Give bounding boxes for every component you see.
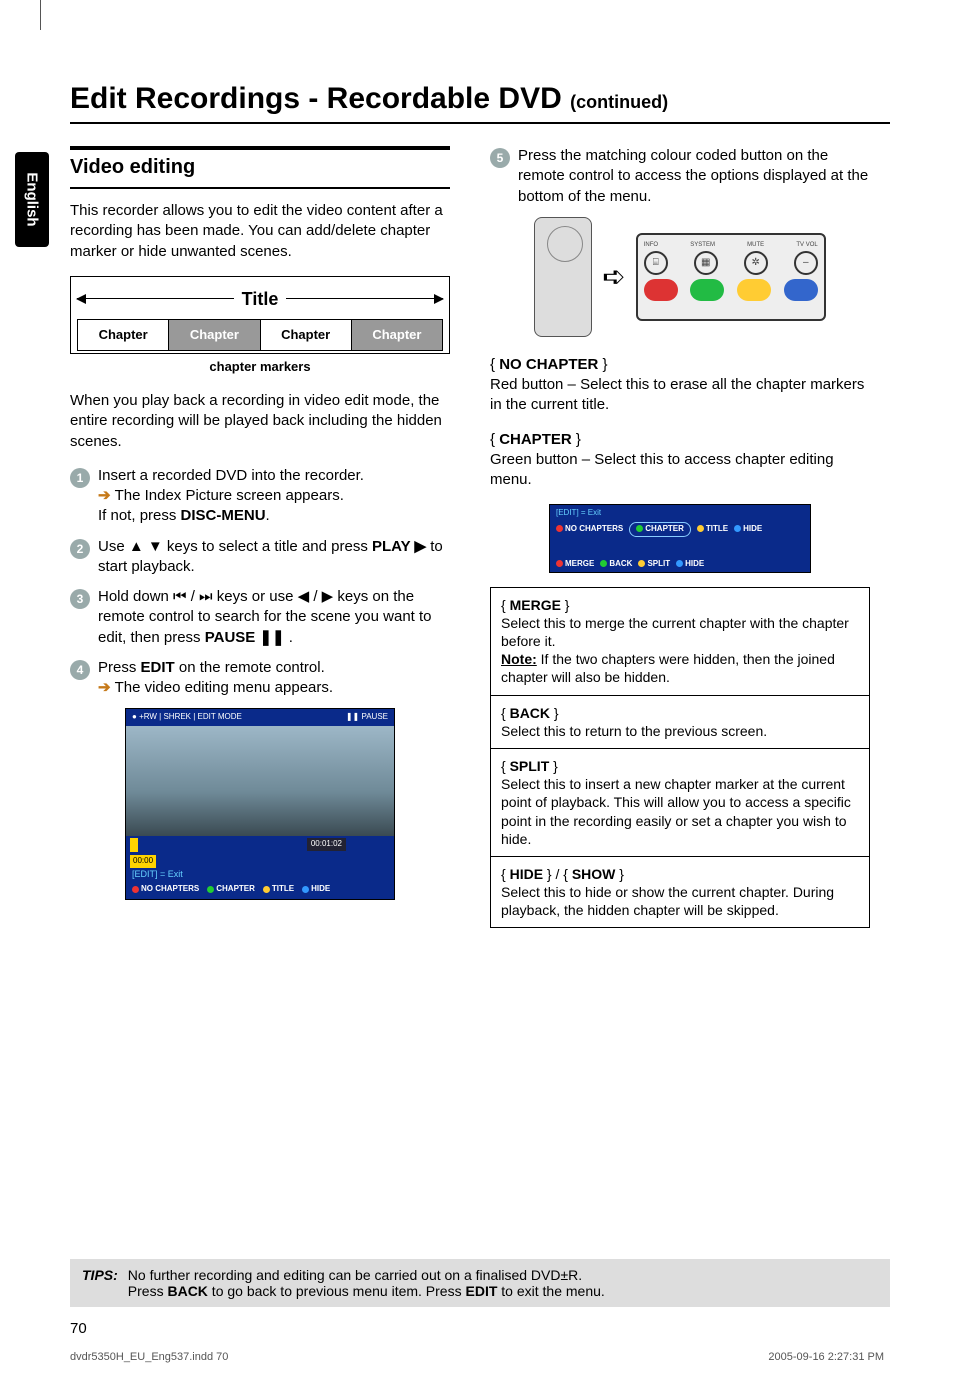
yellow-dot-icon xyxy=(263,886,270,893)
merge-box: { MERGE } Select this to merge the curre… xyxy=(490,587,870,696)
info-icon: ⌸ xyxy=(644,251,668,275)
step-4: 4 Press EDIT on the remote control. ➔The… xyxy=(70,658,450,699)
play-label: PLAY ▶ xyxy=(372,538,426,555)
mute-icon: ✲ xyxy=(744,251,768,275)
edit-mode-osd: ● +RW | SHREK | EDIT MODE ❚❚ PAUSE 00:01… xyxy=(125,708,395,900)
no-chapter-heading: { NO CHAPTER } xyxy=(490,355,870,375)
green-button-icon xyxy=(690,279,724,301)
footer-left: dvdr5350H_EU_Eng537.indd 70 xyxy=(70,1351,228,1363)
disc-menu-label: DISC-MENU xyxy=(181,507,266,524)
step-2: 2 Use ▲ ▼ keys to select a title and pre… xyxy=(70,537,450,578)
split-box: { SPLIT } Select this to insert a new ch… xyxy=(490,749,870,857)
page-title: Edit Recordings - Recordable DVD (contin… xyxy=(70,82,890,116)
chapter-body: Green button – Select this to access cha… xyxy=(490,450,870,491)
step-5: 5 Press the matching colour coded button… xyxy=(490,146,870,207)
osd-time: 00:01:02 xyxy=(307,838,346,851)
skip-keys-icon: ⏮ / ⏭ xyxy=(173,588,213,605)
section-heading: Video editing xyxy=(70,146,450,189)
note-label: Note: xyxy=(501,651,537,667)
footer-right: 2005-09-16 2:27:31 PM xyxy=(768,1351,884,1363)
blue-dot-icon xyxy=(734,525,741,532)
blue-button-icon xyxy=(784,279,818,301)
tv-vol-icon: – xyxy=(794,251,818,275)
remote-button-panel: INFO SYSTEM MUTE TV VOL ⌸ ▦ ✲ – xyxy=(636,233,826,321)
yellow-dot-icon xyxy=(638,560,645,567)
left-right-keys-icon: ◀ / ▶ xyxy=(298,588,334,605)
step-1: 1 Insert a recorded DVD into the recorde… xyxy=(70,466,450,527)
back-box: { BACK } Select this to return to the pr… xyxy=(490,696,870,749)
step-text: Insert a recorded DVD into the recorder. xyxy=(98,466,450,486)
intro-text: This recorder allows you to edit the vid… xyxy=(70,201,450,262)
crop-mark xyxy=(40,0,50,30)
diagram-title-label: Title xyxy=(242,287,279,311)
timeline-marker-icon xyxy=(130,838,138,852)
osd-start-time: 00:00 xyxy=(130,855,156,868)
footer: dvdr5350H_EU_Eng537.indd 70 2005-09-16 2… xyxy=(70,1351,884,1363)
blue-dot-icon xyxy=(302,886,309,893)
tips-bar: TIPS: No further recording and editing c… xyxy=(70,1259,890,1307)
red-button-icon xyxy=(644,279,678,301)
system-icon: ▦ xyxy=(694,251,718,275)
step-3: 3 Hold down ⏮ / ⏭ keys or use ◀ / ▶ keys… xyxy=(70,587,450,648)
osd-top-left: ● +RW | SHREK | EDIT MODE xyxy=(132,712,242,723)
arrow-left-icon xyxy=(77,298,234,299)
step-result: The Index Picture screen appears. xyxy=(115,487,344,504)
mini-osd-exit: [EDIT] = Exit xyxy=(550,505,810,520)
tips-body: No further recording and editing can be … xyxy=(128,1267,605,1299)
title-chapter-diagram: Title Chapter Chapter Chapter Chapter xyxy=(70,276,450,354)
green-dot-icon xyxy=(636,525,643,532)
language-tab-label: English xyxy=(24,172,41,226)
left-column: Video editing This recorder allows you t… xyxy=(70,146,450,928)
yellow-dot-icon xyxy=(697,525,704,532)
green-dot-icon xyxy=(207,886,214,893)
step-number-icon: 2 xyxy=(70,539,90,559)
big-arrow-icon: ➪ xyxy=(602,258,625,296)
language-tab: English xyxy=(15,152,49,247)
chapter-cell: Chapter xyxy=(261,320,352,350)
osd-preview-image xyxy=(126,726,394,836)
red-dot-icon xyxy=(556,560,563,567)
chapter-submenu-osd: [EDIT] = Exit NO CHAPTERS CHAPTER TITLE … xyxy=(549,504,811,572)
result-arrow-icon: ➔ xyxy=(98,679,111,696)
chapter-heading: { CHAPTER } xyxy=(490,430,870,450)
page: English Edit Recordings - Recordable DVD… xyxy=(70,40,890,928)
tips-label: TIPS: xyxy=(82,1267,118,1299)
playback-note: When you play back a recording in video … xyxy=(70,391,450,452)
step-number-icon: 5 xyxy=(490,148,510,168)
step-number-icon: 3 xyxy=(70,589,90,609)
result-arrow-icon: ➔ xyxy=(98,487,111,504)
pause-label: PAUSE ❚❚ xyxy=(205,629,285,646)
remote-illustration: ➪ INFO SYSTEM MUTE TV VOL ⌸ ▦ ✲ – xyxy=(490,217,870,337)
green-dot-icon xyxy=(600,560,607,567)
chapter-cell: Chapter xyxy=(352,320,442,350)
step-text: Press the matching colour coded button o… xyxy=(518,146,870,207)
osd-timeline: 00:01:02 00:00 xyxy=(126,836,394,854)
title-rule xyxy=(70,122,890,124)
chapter-cell: Chapter xyxy=(78,320,169,350)
red-dot-icon xyxy=(132,886,139,893)
osd-edit-exit: [EDIT] = Exit xyxy=(126,854,394,882)
osd-options: NO CHAPTERS CHAPTER TITLE HIDE xyxy=(126,882,394,899)
yellow-button-icon xyxy=(737,279,771,301)
page-number: 70 xyxy=(70,1320,87,1337)
red-dot-icon xyxy=(556,525,563,532)
chapter-cell: Chapter xyxy=(169,320,260,350)
right-column: 5 Press the matching colour coded button… xyxy=(490,146,870,928)
hide-show-box: { HIDE } / { SHOW } Select this to hide … xyxy=(490,857,870,929)
edit-label: EDIT xyxy=(141,659,175,676)
step-number-icon: 1 xyxy=(70,468,90,488)
blue-dot-icon xyxy=(676,560,683,567)
up-down-keys-icon: ▲ ▼ xyxy=(129,538,163,555)
step-number-icon: 4 xyxy=(70,660,90,680)
no-chapter-body: Red button – Select this to erase all th… xyxy=(490,375,870,416)
step-result: The video editing menu appears. xyxy=(115,679,333,696)
chapter-markers-label: chapter markers xyxy=(70,358,450,376)
osd-top-right: ❚❚ PAUSE xyxy=(346,712,388,723)
arrow-right-icon xyxy=(286,298,443,299)
chapter-row: Chapter Chapter Chapter Chapter xyxy=(77,319,443,351)
remote-control-icon xyxy=(534,217,592,337)
